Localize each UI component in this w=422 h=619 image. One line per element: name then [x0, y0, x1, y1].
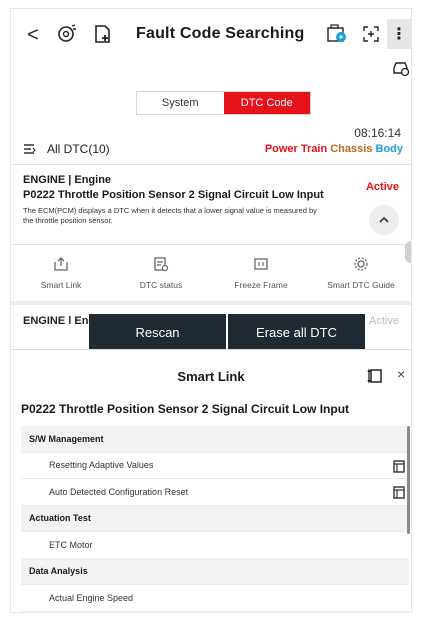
list-item-etc-motor[interactable]: ETC Motor	[21, 532, 409, 559]
rescan-button[interactable]: Rescan	[89, 314, 226, 350]
document-icon[interactable]	[393, 486, 405, 499]
dtc-description: The ECM(PCM) displays a DTC when it dete…	[23, 206, 317, 225]
car-settings-icon[interactable]	[392, 59, 410, 77]
list-scrollbar[interactable]	[407, 426, 410, 534]
top-bar: < Fault Code Searching ⋮	[11, 9, 411, 77]
list-item-actual-engine-speed[interactable]: Actual Engine Speed	[21, 585, 409, 612]
smart-dtc-guide-label: Smart DTC Guide	[327, 280, 395, 290]
section-gap	[11, 301, 411, 305]
close-icon[interactable]: ×	[397, 366, 405, 382]
list-item-label: ETC Motor	[49, 539, 93, 550]
camera-share-icon[interactable]	[323, 21, 351, 47]
list-item-label: Actual Engine Speed	[49, 592, 134, 603]
chevron-up-icon	[379, 216, 389, 223]
expand-panel-icon[interactable]	[367, 368, 383, 384]
category-chassis[interactable]: Chassis	[330, 143, 372, 155]
freeze-frame-label: Freeze Frame	[234, 280, 288, 290]
section-actuation-test: Actuation Test	[21, 505, 409, 532]
scan-time: 08:16:14	[354, 126, 401, 140]
add-document-icon[interactable]	[89, 21, 117, 47]
dtc-status-badge: Active	[365, 181, 399, 193]
smart-link-list: S/W Management Resetting Adaptive Values…	[21, 426, 409, 612]
dtc-status-label: DTC status	[139, 280, 183, 290]
dtc-status-badge-2: Active	[369, 315, 399, 324]
all-dtc-label: All DTC(10)	[47, 142, 110, 156]
freeze-frame-icon	[254, 258, 268, 270]
scrollbar-handle[interactable]	[405, 241, 411, 263]
divider	[11, 164, 411, 165]
gear-icon	[354, 257, 368, 271]
vehicle-scan-icon[interactable]	[53, 21, 81, 47]
section-data-analysis: Data Analysis	[21, 558, 409, 585]
tab-dtc-code[interactable]: DTC Code	[223, 92, 310, 114]
all-dtc-filter[interactable]: All DTC(10)	[23, 142, 110, 156]
list-item-auto-config-reset[interactable]: Auto Detected Configuration Reset	[21, 479, 409, 506]
list-item-label: Resetting Adaptive Values	[49, 460, 154, 471]
tab-system[interactable]: System	[137, 92, 224, 114]
dtc-status-icon	[154, 257, 169, 272]
smart-link-panel: Smart Link × P0222 Throttle Position Sen…	[11, 349, 411, 612]
app-window: < Fault Code Searching ⋮ System DTC Code…	[10, 8, 412, 613]
smart-dtc-guide-action[interactable]: Smart DTC Guide	[311, 252, 411, 298]
list-filter-icon	[24, 144, 36, 154]
erase-all-dtc-button[interactable]: Erase all DTC	[228, 314, 365, 350]
smart-link-label: Smart Link	[40, 280, 82, 290]
share-icon	[54, 257, 68, 271]
document-icon[interactable]	[393, 459, 405, 473]
category-power-train[interactable]: Power Train	[265, 143, 327, 155]
panel-dtc-title: P0222 Throttle Position Sensor 2 Signal …	[21, 402, 350, 416]
dtc-actions: Smart Link DTC status Freeze Frame Smart…	[11, 252, 411, 298]
category-body[interactable]: Body	[376, 143, 404, 155]
capture-icon[interactable]	[357, 21, 385, 47]
freeze-frame-action[interactable]: Freeze Frame	[211, 252, 311, 298]
back-button[interactable]: <	[23, 23, 43, 47]
list-item-label: Auto Detected Configuration Reset	[49, 486, 189, 497]
panel-title: Smart Link	[177, 369, 245, 384]
list-item-resetting-adaptive-values[interactable]: Resetting Adaptive Values	[21, 453, 409, 479]
dtc-code-title: P0222 Throttle Position Sensor 2 Signal …	[23, 189, 324, 201]
view-tabs: System DTC Code	[136, 91, 311, 115]
section-sw-management: S/W Management	[21, 426, 409, 453]
page-title: Fault Code Searching	[136, 25, 305, 42]
more-menu-button[interactable]: ⋮	[387, 19, 411, 49]
smart-link-action[interactable]: Smart Link	[11, 252, 111, 298]
dtc-status-action[interactable]: DTC status	[111, 252, 211, 298]
collapse-button[interactable]	[369, 205, 399, 235]
category-legend: Power Train Chassis Body	[265, 143, 403, 155]
dtc-system-label: ENGINE | Engine	[23, 174, 112, 186]
divider	[11, 244, 411, 245]
